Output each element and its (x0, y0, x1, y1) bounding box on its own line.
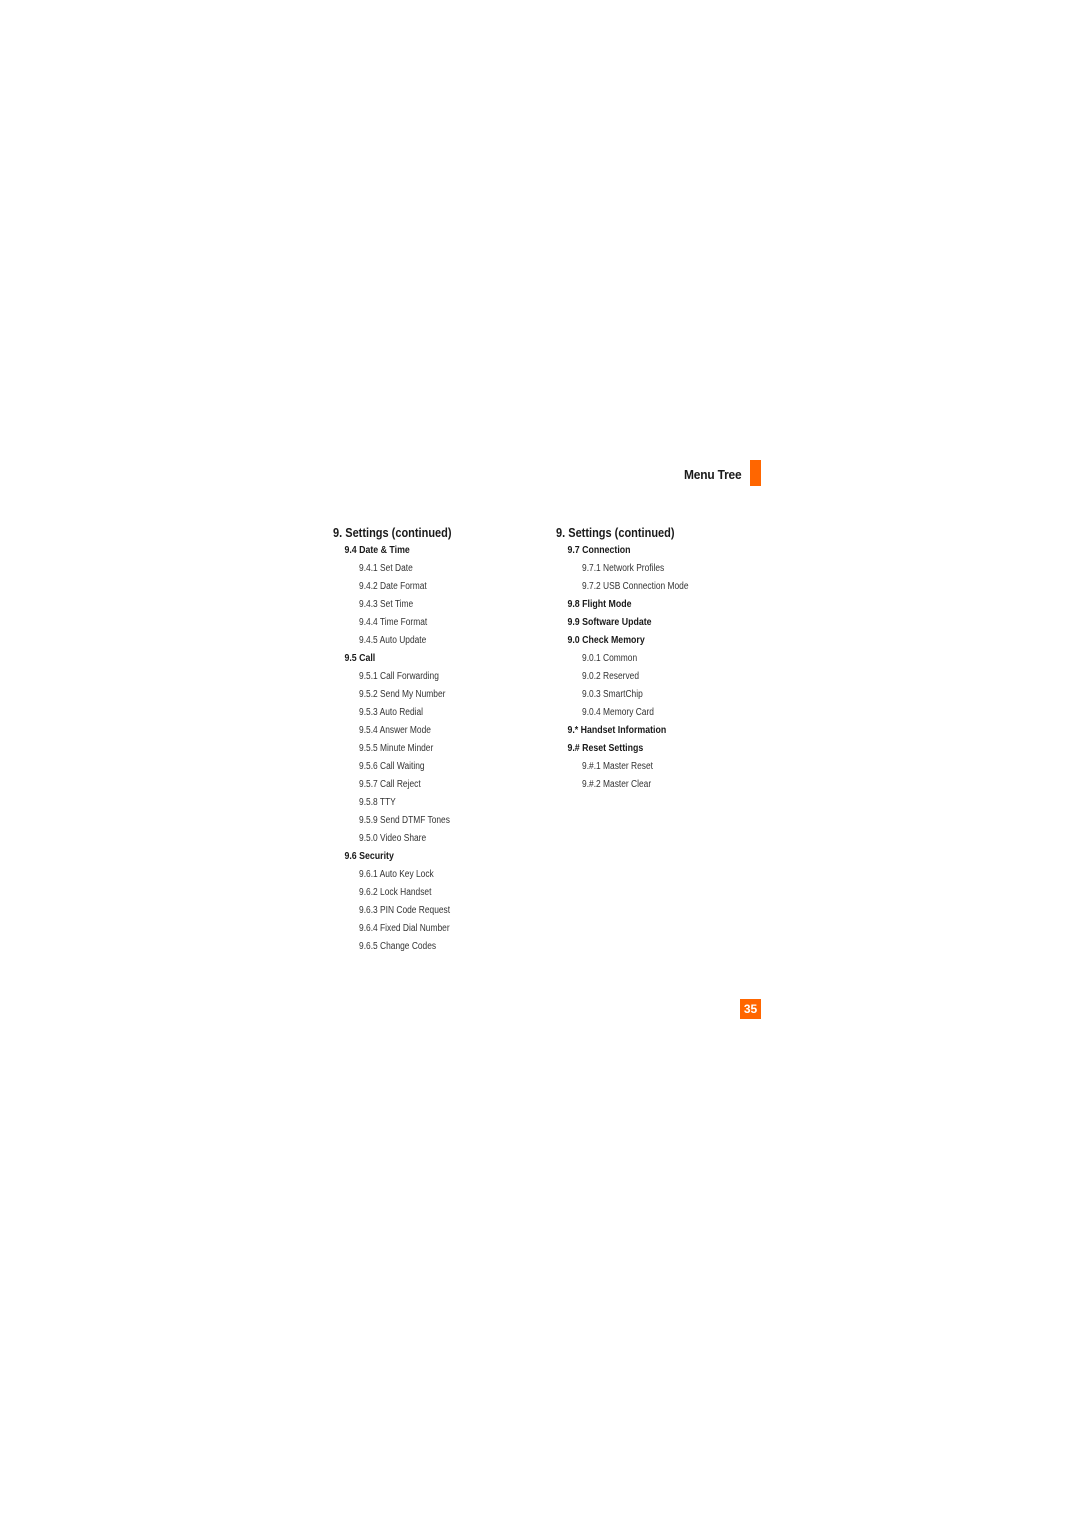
menu-item: 9.4.5 Auto Update (359, 635, 427, 646)
menu-item: 9.4.4 Time Format (359, 617, 428, 628)
menu-item: 9.5.4 Answer Mode (359, 725, 431, 736)
menu-group-heading: 9.9 Software Update (567, 617, 652, 628)
menu-item: 9.6.4 Fixed Dial Number (359, 923, 450, 934)
menu-item: 9.6.1 Auto Key Lock (359, 869, 434, 880)
menu-item: 9.7.1 Network Profiles (582, 563, 665, 574)
menu-item: 9.6.5 Change Codes (359, 941, 437, 952)
menu-item: 9.0.2 Reserved (582, 671, 640, 682)
menu-item: 9.5.0 Video Share (359, 833, 427, 844)
page-number: 35 (740, 999, 761, 1019)
menu-item: 9.0.4 Memory Card (582, 707, 654, 718)
menu-item: 9.6.3 PIN Code Request (359, 905, 451, 916)
menu-item: 9.5.1 Call Forwarding (359, 671, 439, 682)
header-accent-bar (750, 460, 761, 486)
menu-group-heading: 9.# Reset Settings (567, 743, 644, 754)
menu-group-heading: 9.4 Date & Time (344, 545, 410, 556)
menu-group-heading: 9.0 Check Memory (567, 635, 645, 646)
menu-group-heading: 9.7 Connection (567, 545, 631, 556)
menu-item: 9.#.2 Master Clear (582, 779, 652, 790)
header-title: Menu Tree (683, 467, 742, 482)
menu-item: 9.5.8 TTY (359, 797, 396, 808)
menu-group-heading: 9.* Handset Information (567, 725, 667, 736)
menu-item: 9.7.2 USB Connection Mode (582, 581, 689, 592)
menu-item: 9.5.9 Send DTMF Tones (359, 815, 450, 826)
section-title: 9. Settings (continued) (333, 526, 452, 540)
right-groups: 9.7 Connection 9.7.1 Network Profiles 9.7.… (556, 542, 714, 794)
menu-item: 9.5.7 Call Reject (359, 779, 421, 790)
menu-item: 9.5.2 Send My Number (359, 689, 446, 700)
menu-item: 9.5.5 Minute Minder (359, 743, 434, 754)
menu-group-heading: 9.5 Call (344, 653, 376, 664)
page-header: Menu Tree (600, 460, 761, 487)
menu-item: 9.#.1 Master Reset (582, 761, 654, 772)
menu-item: 9.0.3 SmartChip (582, 689, 643, 700)
left-groups: 9.4 Date & Time 9.4.1 Set Date 9.4.2 Date … (333, 542, 472, 956)
menu-item: 9.4.3 Set Time (359, 599, 414, 610)
menu-item: 9.4.1 Set Date (359, 563, 413, 574)
menu-item: 9.6.2 Lock Handset (359, 887, 432, 898)
section-title: 9. Settings (continued) (556, 526, 675, 540)
menu-item: 9.5.6 Call Waiting (359, 761, 425, 772)
right-column: 9. Settings (continued) 9.7 Connection 9.… (556, 524, 714, 794)
menu-group-heading: 9.8 Flight Mode (567, 599, 632, 610)
left-column: 9. Settings (continued) 9.4 Date & Time 9… (333, 524, 472, 956)
menu-group-heading: 9.6 Security (344, 851, 394, 862)
menu-item: 9.4.2 Date Format (359, 581, 427, 592)
menu-item: 9.5.3 Auto Redial (359, 707, 424, 718)
menu-item: 9.0.1 Common (582, 653, 638, 664)
